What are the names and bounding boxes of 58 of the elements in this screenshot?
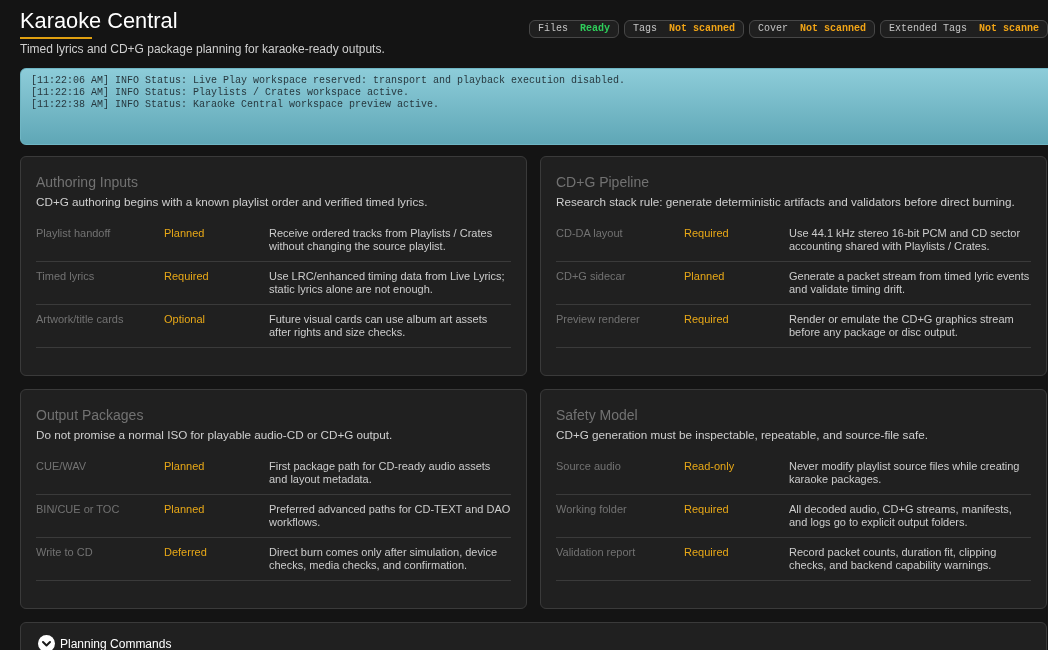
- pill-value: Not scanned: [669, 22, 736, 36]
- row-status: Required: [164, 270, 210, 284]
- pill-label: Extended Tags: [889, 22, 968, 36]
- pill-value: Not scanned: [800, 22, 867, 36]
- row-label: Write to CD: [36, 546, 94, 560]
- pill-label: Files: [538, 22, 568, 36]
- row-note: Use LRC/enhanced timing data from Live Lyrics; static lyrics alone are not enough.: [269, 270, 506, 296]
- row-note: All decoded audio, CD+G streams, manifests, and logs go to explicit output folders.: [789, 503, 1013, 529]
- pill-value: Ready: [580, 22, 611, 36]
- row-status: Required: [684, 503, 730, 517]
- row-label: Preview renderer: [556, 313, 641, 327]
- card-description: Research stack rule: generate deterministic artifacts and validators before direct burning.: [556, 195, 1016, 209]
- row-status: Planned: [684, 270, 726, 284]
- row-label: Artwork/title cards: [36, 313, 125, 327]
- row-label: CUE/WAV: [36, 460, 88, 474]
- row-status: Optional: [164, 313, 206, 327]
- row-status: Required: [684, 227, 730, 241]
- card-title: Output Packages: [36, 406, 145, 424]
- row-note: Generate a packet stream from timed lyric events and validate timing drift.: [789, 270, 1031, 296]
- log-line: [11:22:16 AM] INFO Status: Playlists / Crates workspace active.: [31, 87, 411, 99]
- row-note: Render or emulate the CD+G graphics stream before any package or disc output.: [789, 313, 1015, 339]
- row-label: Source audio: [556, 460, 622, 474]
- row-note: Never modify playlist source files while creating karaoke packages.: [789, 460, 1021, 486]
- row-note: Future visual cards can use album art assets after rights and size checks.: [269, 313, 489, 339]
- pill-label: Tags: [633, 22, 658, 36]
- log-line: [11:22:38 AM] INFO Status: Karaoke Central workspace preview active.: [31, 99, 441, 111]
- row-note: Direct burn comes only after simulation, device checks, media checks, and confirmation.: [269, 546, 499, 572]
- row-label: Working folder: [556, 503, 628, 517]
- row-label: Validation report: [556, 546, 637, 560]
- card-title: Authoring Inputs: [36, 173, 139, 191]
- row-label: CD-DA layout: [556, 227, 624, 241]
- row-label: Timed lyrics: [36, 270, 96, 284]
- row-label: BIN/CUE or TOC: [36, 503, 121, 517]
- card-description: CD+G generation must be inspectable, repeatable, and source-file safe.: [556, 428, 929, 442]
- row-status: Deferred: [164, 546, 208, 560]
- card-description: CD+G authoring begins with a known playlist order and verified timed lyrics.: [36, 195, 429, 209]
- card-description: Do not promise a normal ISO for playable audio-CD or CD+G output.: [36, 428, 394, 442]
- page-title: Karaoke Central: [20, 7, 179, 34]
- row-status: Required: [684, 313, 730, 327]
- row-status: Read-only: [684, 460, 736, 474]
- row-note: Receive ordered tracks from Playlists / Crates without changing the source playlist.: [269, 227, 494, 253]
- row-label: CD+G sidecar: [556, 270, 627, 284]
- row-note: Preferred advanced paths for CD-TEXT and DAO workflows.: [269, 503, 511, 529]
- row-note: First package path for CD-ready audio assets and layout metadata.: [269, 460, 492, 486]
- card-title: CD+G Pipeline: [556, 173, 650, 191]
- pill-label: Cover: [758, 22, 789, 36]
- row-status: Planned: [164, 503, 206, 517]
- row-status: Required: [684, 546, 730, 560]
- page-subtitle: Timed lyrics and CD+G package planning for karaoke-ready outputs.: [20, 42, 386, 57]
- row-status: Planned: [164, 227, 206, 241]
- row-note: Use 44.1 kHz stereo 16-bit PCM and CD sector accounting shared with Playlists / Crates.: [789, 227, 1022, 253]
- section-toggle[interactable]: Planning Commands: [38, 635, 172, 650]
- card-title: Safety Model: [556, 406, 639, 424]
- log-line: [11:22:06 AM] INFO Status: Live Play workspace reserved: transport and playback execution disabled.: [31, 75, 627, 87]
- row-label: Playlist handoff: [36, 227, 112, 241]
- row-status: Planned: [164, 460, 206, 474]
- row-note: Record packet counts, duration fit, clipping checks, and backend capability warnings.: [789, 546, 998, 572]
- pill-value: Not scanne: [979, 22, 1040, 36]
